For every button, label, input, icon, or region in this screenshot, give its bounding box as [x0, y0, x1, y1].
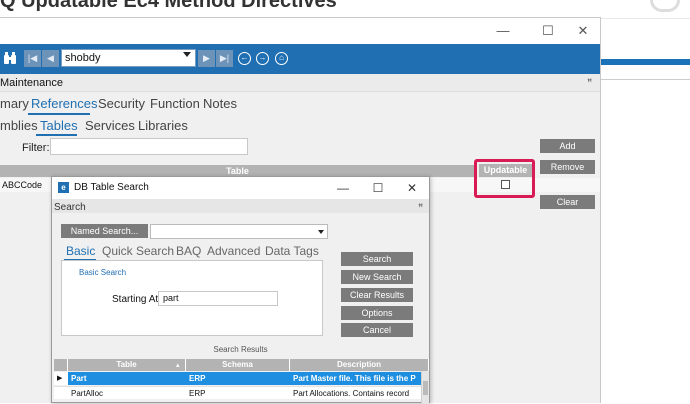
row-pointer-icon: ▶ — [57, 375, 63, 382]
results-scrollbar[interactable] — [421, 371, 429, 404]
tab-summary[interactable]: mary — [0, 96, 29, 111]
results-column-header[interactable]: Table — [68, 359, 186, 371]
previous-record-icon[interactable]: ◀ — [42, 50, 59, 67]
background-gray-line — [600, 79, 690, 80]
next-record-icon[interactable]: ▶ — [198, 50, 215, 67]
starting-at-label: Starting At: — [112, 294, 161, 305]
named-search-select[interactable] — [150, 224, 328, 239]
tab-tables[interactable]: Tables — [40, 118, 78, 133]
tab-libraries[interactable]: Libraries — [138, 118, 188, 133]
maintenance-bar: Maintenance ꟸ — [0, 74, 600, 92]
minimize-button[interactable]: — — [490, 22, 516, 40]
chevron-down-icon[interactable] — [183, 52, 191, 57]
table-cell: Part Allocations. Contains record — [293, 389, 410, 398]
tab-data-tags[interactable]: Data Tags — [265, 244, 319, 258]
tab-advanced[interactable]: Advanced — [207, 244, 260, 258]
filter-input[interactable] — [50, 138, 248, 155]
home-icon[interactable]: ⌂ — [275, 52, 288, 65]
tab-notes[interactable]: Notes — [203, 96, 237, 111]
tab-references-underline — [28, 113, 90, 115]
minimize-button[interactable]: — — [332, 180, 354, 196]
chevron-down-icon[interactable] — [318, 230, 324, 234]
tab-baq[interactable]: BAQ — [176, 244, 201, 258]
tab-quick-search[interactable]: Quick Search — [102, 244, 174, 258]
dialog-titlebar: e DB Table Search — ☐ ✕ — [52, 177, 429, 199]
table-cell: Part Master file. This file is the P — [290, 372, 421, 385]
cancel-button[interactable]: Cancel — [341, 323, 413, 337]
search-button[interactable]: Search — [341, 252, 413, 266]
back-icon[interactable]: ← — [238, 52, 251, 65]
remove-button[interactable]: Remove — [540, 160, 595, 174]
table-row[interactable]: ▶ Part ERP Part Master file. This file i… — [54, 372, 421, 385]
table-cell: ERP — [186, 372, 290, 385]
named-search-button[interactable]: Named Search... — [61, 224, 148, 238]
tab-basic[interactable]: Basic — [66, 244, 95, 258]
options-button[interactable]: Options — [341, 306, 413, 320]
results-column-header[interactable]: Schema — [186, 359, 290, 371]
tab-assemblies[interactable]: mblies — [0, 118, 38, 133]
pin-icon[interactable]: ꟸ — [587, 77, 592, 88]
clear-results-button[interactable]: Clear Results — [341, 288, 413, 302]
filter-label: Filter: — [22, 142, 50, 154]
company-select[interactable]: shobdy — [61, 49, 196, 67]
binoculars-icon[interactable] — [2, 50, 18, 66]
table-row[interactable]: PartAlloc ERP Part Allocations. Contains… — [54, 386, 421, 399]
background-blue-bar — [600, 59, 690, 65]
starting-at-input[interactable]: part — [158, 291, 278, 306]
table-cell: Part — [68, 372, 186, 385]
tab-references[interactable]: References — [31, 96, 97, 111]
dialog-title: DB Table Search — [74, 182, 149, 193]
maximize-button[interactable]: ☐ — [535, 22, 561, 40]
sort-icon: ▴ — [176, 362, 180, 369]
scrollbar-thumb[interactable] — [423, 381, 428, 395]
results-column-header[interactable]: Description — [290, 359, 429, 371]
forward-icon[interactable]: → — [256, 52, 269, 65]
background-avatar — [650, 0, 680, 12]
close-button[interactable]: ✕ — [401, 180, 423, 196]
background-page-title: Q Updatable Ec4 Method Directives — [0, 0, 337, 12]
last-record-icon[interactable]: ▶| — [216, 50, 233, 67]
table-cell: ERP — [189, 389, 206, 398]
results-header: Table ▴ Schema Description — [54, 359, 429, 371]
toolbar: |◀ ◀ shobdy ▶ ▶| ← → ⌂ — [0, 44, 600, 74]
db-table-search-dialog: e DB Table Search — ☐ ✕ Search ꟸ Named S… — [51, 176, 430, 404]
add-button[interactable]: Add — [540, 139, 595, 153]
tab-security[interactable]: Security — [98, 96, 145, 111]
window-titlebar: — ☐ ✕ — [0, 18, 600, 44]
tab-tables-underline — [36, 134, 77, 136]
search-section-bar — [52, 199, 429, 213]
tab-services[interactable]: Services — [85, 118, 135, 133]
first-record-icon[interactable]: |◀ — [24, 50, 41, 67]
tab-function[interactable]: Function — [150, 96, 200, 111]
close-button[interactable]: ✕ — [570, 22, 596, 40]
table-cell: PartAlloc — [71, 389, 104, 398]
clear-button[interactable]: Clear — [540, 195, 595, 209]
row-selector-header — [54, 359, 68, 371]
search-results-label: Search Results — [213, 345, 268, 354]
app-logo-icon: e — [58, 182, 69, 193]
basic-search-label: Basic Search — [79, 268, 127, 277]
maximize-button[interactable]: ☐ — [367, 180, 389, 196]
search-section-label: Search — [54, 202, 86, 213]
highlight-box — [474, 159, 535, 198]
maintenance-label: Maintenance — [0, 77, 63, 89]
new-search-button[interactable]: New Search — [341, 270, 413, 284]
table-cell: ABCCode — [2, 180, 43, 190]
pin-icon[interactable]: ꟸ — [418, 202, 423, 213]
